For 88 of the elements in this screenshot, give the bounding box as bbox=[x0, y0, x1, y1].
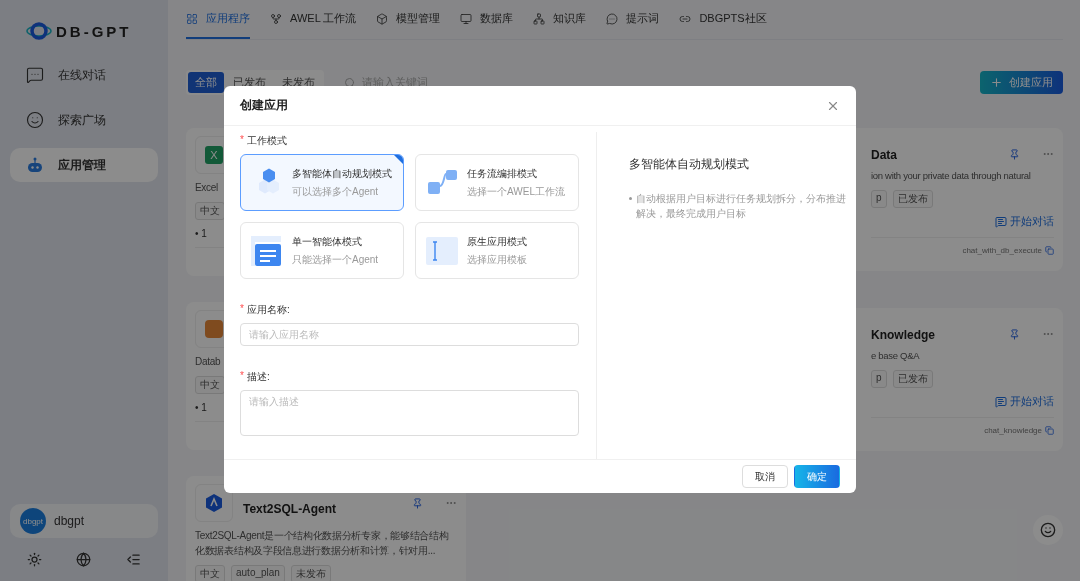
nodes-icon bbox=[533, 12, 546, 25]
cube-icon bbox=[376, 12, 389, 25]
app-tag: 未发布 bbox=[290, 565, 331, 581]
nav-tab[interactable]: 应用程序 bbox=[186, 0, 250, 39]
bullet-icon bbox=[629, 197, 632, 200]
plus-icon bbox=[990, 76, 1003, 89]
mode-title: 多智能体自动规划模式 bbox=[292, 166, 392, 181]
logo-text: DB-GPT bbox=[56, 22, 132, 40]
app-tag: 已发布 bbox=[892, 370, 933, 388]
nav-tab[interactable]: 提示词 bbox=[606, 0, 660, 39]
app-tag: 中文 bbox=[195, 565, 225, 581]
globe-icon[interactable] bbox=[76, 552, 92, 567]
collapse-menu-icon[interactable] bbox=[125, 552, 141, 567]
mode-option[interactable]: 多智能体自动规划模式 可以选择多个Agent bbox=[240, 154, 404, 211]
text-cursor-icon bbox=[426, 236, 458, 265]
nav-tab[interactable]: 模型管理 bbox=[376, 0, 441, 39]
selected-corner-icon bbox=[394, 155, 403, 164]
nav-tab[interactable]: 数据库 bbox=[460, 0, 514, 39]
nav-tab[interactable]: DBGPTS社区 bbox=[679, 0, 767, 39]
required-mark: * bbox=[240, 134, 244, 147]
chat-icon bbox=[995, 215, 1007, 228]
sidebar-item[interactable]: 在线对话 bbox=[10, 58, 158, 92]
mode-title: 原生应用模式 bbox=[467, 234, 527, 249]
app-tag: p bbox=[871, 370, 887, 388]
spreadsheet-logo: X bbox=[205, 146, 223, 164]
user-avatar: dbgpt bbox=[20, 508, 46, 534]
mode-detail-text: 自动根据用户目标进行任务规划拆分，分布推进解决，最终完成用户目标 bbox=[636, 192, 847, 221]
chat-dots-icon bbox=[606, 12, 619, 25]
start-chat-link[interactable]: 开始对话 bbox=[995, 394, 1054, 409]
chat-icon bbox=[26, 66, 44, 84]
field-label: 工作模式 bbox=[246, 134, 287, 148]
robot-icon bbox=[26, 156, 44, 174]
app-tag: 中文 bbox=[195, 202, 225, 220]
pin-icon[interactable] bbox=[1009, 148, 1020, 160]
nav-tab[interactable]: AWEL 工作流 bbox=[270, 0, 357, 39]
pin-icon[interactable] bbox=[1009, 328, 1020, 340]
field-label: 描述: bbox=[246, 370, 270, 384]
app-description: Excel bbox=[195, 181, 218, 195]
name-field[interactable]: 请输入应用名称 bbox=[240, 323, 579, 346]
app-tag: 中文 bbox=[195, 376, 225, 394]
mode-detail-title: 多智能体自动规划模式 bbox=[629, 156, 750, 173]
description-field[interactable]: 请输入描述 bbox=[240, 390, 579, 436]
smile-icon bbox=[1040, 522, 1056, 538]
help-button[interactable] bbox=[1033, 515, 1063, 545]
app-title: Knowledge bbox=[871, 328, 935, 342]
nav-tab[interactable]: 知识库 bbox=[533, 0, 587, 39]
mode-subtitle: 可以选择多个Agent bbox=[292, 184, 380, 199]
copy-icon[interactable] bbox=[1045, 426, 1054, 435]
app-description: ion with your private data through natural bbox=[871, 169, 1031, 183]
document-icon bbox=[251, 235, 283, 266]
copy-icon[interactable] bbox=[1045, 246, 1054, 255]
chat-icon bbox=[995, 395, 1007, 408]
pin-icon[interactable] bbox=[412, 497, 423, 509]
start-chat-link[interactable]: 开始对话 bbox=[995, 214, 1054, 229]
square-logo bbox=[205, 320, 223, 338]
monitor-icon bbox=[460, 12, 473, 25]
create-app-button[interactable]: 创建应用 bbox=[980, 71, 1063, 94]
required-mark: * bbox=[240, 370, 244, 383]
app-tag: p bbox=[871, 190, 887, 208]
app-description: Datab bbox=[195, 355, 221, 369]
mode-option[interactable]: 原生应用模式 选择应用模板 bbox=[415, 222, 579, 279]
confirm-button[interactable]: 确定 bbox=[794, 465, 840, 488]
app-tag: auto_plan bbox=[231, 565, 285, 581]
app-code: chat_with_db_execute bbox=[962, 246, 1042, 255]
field-label: 应用名称: bbox=[246, 303, 290, 317]
app-description: e base Q&A bbox=[871, 349, 920, 363]
sidebar-item[interactable]: 应用管理 bbox=[10, 148, 158, 182]
face-icon bbox=[26, 111, 44, 129]
mode-title: 任务流编排模式 bbox=[467, 166, 538, 181]
filter-tab[interactable]: 全部 bbox=[188, 72, 224, 93]
sun-icon[interactable] bbox=[27, 552, 43, 567]
grid-icon bbox=[186, 12, 198, 25]
mode-subtitle: 选择应用模板 bbox=[467, 252, 527, 267]
fork-icon bbox=[270, 12, 282, 25]
sidebar-item[interactable]: 探索广场 bbox=[10, 103, 158, 137]
app-title: Text2SQL-Agent bbox=[243, 502, 337, 516]
mode-title: 单一智能体模式 bbox=[292, 234, 363, 249]
app-code: chat_knowledge bbox=[984, 426, 1042, 435]
app-title: Data bbox=[871, 148, 897, 162]
required-mark: * bbox=[240, 303, 244, 316]
user-profile[interactable]: dbgpt dbgpt bbox=[10, 504, 158, 538]
hexagon-logo bbox=[204, 493, 224, 513]
search-icon bbox=[344, 76, 356, 89]
app-tag: 已发布 bbox=[892, 190, 933, 208]
cancel-button[interactable]: 取消 bbox=[742, 465, 788, 488]
logo-icon bbox=[26, 20, 52, 42]
user-name: dbgpt bbox=[54, 514, 85, 528]
dialog-title: 创建应用 bbox=[240, 97, 288, 114]
